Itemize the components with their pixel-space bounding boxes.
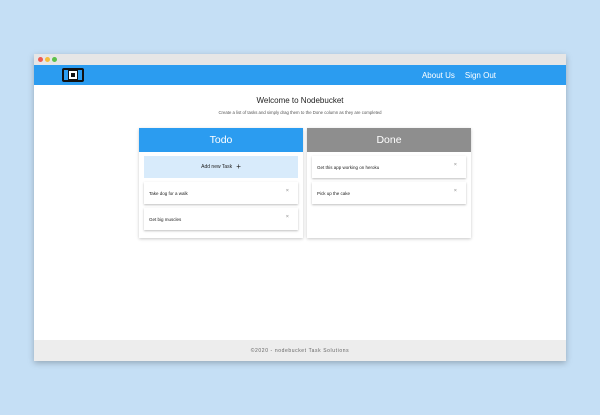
done-column: Done Get this app working on heroku × Pi… <box>307 128 471 238</box>
task-label: Get big muscles <box>149 216 182 222</box>
about-us-link[interactable]: About Us <box>422 71 455 80</box>
nav-links: About Us Sign Out <box>422 65 496 85</box>
nodebucket-logo-icon[interactable] <box>62 67 84 83</box>
footer: ©2020 - nodebucket Task Solutions <box>34 340 566 361</box>
navbar: About Us Sign Out <box>34 65 566 85</box>
task-label: Pick up the cake <box>317 190 351 196</box>
page-subtitle: Create a list of tasks and simply drag t… <box>218 110 382 115</box>
add-task-button[interactable]: Add new Task + <box>144 156 298 178</box>
done-header: Done <box>307 128 471 152</box>
minimize-window-dot[interactable] <box>45 57 50 62</box>
footer-text: ©2020 - nodebucket Task Solutions <box>250 347 350 354</box>
task-label: Get this app working on heroku <box>317 164 380 170</box>
todo-task-card[interactable]: Get big muscles × <box>144 208 298 230</box>
maximize-window-dot[interactable] <box>52 57 57 62</box>
todo-header: Todo <box>139 128 303 152</box>
window-chrome <box>34 54 566 65</box>
close-icon[interactable]: × <box>454 162 457 169</box>
main-content: Welcome to Nodebucket Create a list of t… <box>34 85 566 340</box>
done-task-card[interactable]: Get this app working on heroku × <box>312 156 466 178</box>
close-window-dot[interactable] <box>38 57 43 62</box>
plus-icon: + <box>236 162 241 171</box>
todo-column: Todo Add new Task + Take dog for a walk … <box>139 128 303 238</box>
done-task-card[interactable]: Pick up the cake × <box>312 182 466 204</box>
close-icon[interactable]: × <box>286 214 289 221</box>
close-icon[interactable]: × <box>286 188 289 195</box>
add-task-label: Add new Task <box>201 164 233 170</box>
page-title: Welcome to Nodebucket <box>256 96 344 105</box>
task-label: Take dog for a walk <box>149 190 188 196</box>
browser-window: About Us Sign Out Welcome to Nodebucket … <box>34 54 566 361</box>
close-icon[interactable]: × <box>454 188 457 195</box>
sign-out-link[interactable]: Sign Out <box>465 71 496 80</box>
todo-task-card[interactable]: Take dog for a walk × <box>144 182 298 204</box>
